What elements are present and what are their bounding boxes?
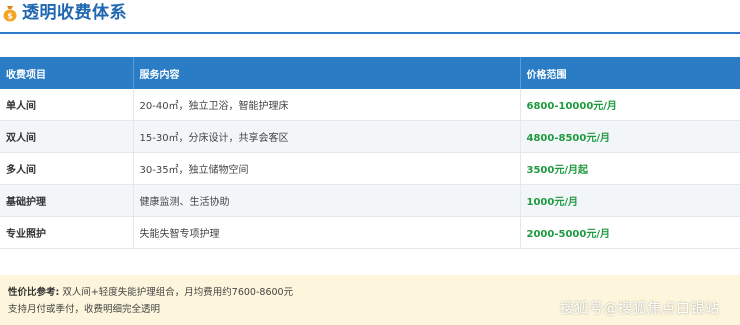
row-service: 20-40㎡，独立卫浴，智能护理床 bbox=[133, 89, 521, 121]
table-row: 单人间 20-40㎡，独立卫浴，智能护理床 6800-10000元/月 bbox=[0, 89, 740, 121]
note-payment-line: 支持月付或季付，收费明细完全透明 bbox=[8, 304, 161, 315]
row-price: 3500元/月起 bbox=[520, 152, 740, 185]
source-watermark: 搜狐号@搜狐焦点白银站 bbox=[560, 301, 720, 317]
row-service: 健康监测、生活协助 bbox=[133, 184, 521, 217]
section-header: $ 透明收费体系 bbox=[0, 0, 740, 36]
row-service: 30-35㎡，独立储物空间 bbox=[133, 152, 521, 185]
section-title: 透明收费体系 bbox=[22, 3, 127, 23]
column-header-price: 价格范围 bbox=[520, 57, 740, 89]
money-bag-icon: $ bbox=[3, 6, 17, 22]
row-price: 2000-5000元/月 bbox=[520, 216, 740, 249]
row-item: 单人间 bbox=[0, 89, 134, 121]
table-row: 多人间 30-35㎡，独立储物空间 3500元/月起 bbox=[0, 152, 740, 185]
row-item: 基础护理 bbox=[0, 184, 134, 217]
row-item: 专业照护 bbox=[0, 216, 134, 249]
table-row: 双人间 15-30㎡，分床设计，共享会客区 4800-8500元/月 bbox=[0, 120, 740, 153]
row-service: 失能失智专项护理 bbox=[133, 216, 521, 249]
row-price: 4800-8500元/月 bbox=[520, 120, 740, 153]
title-divider bbox=[0, 32, 740, 34]
column-header-service: 服务内容 bbox=[133, 57, 521, 89]
table-header-row: 收费项目 服务内容 价格范围 bbox=[0, 57, 740, 89]
row-item: 双人间 bbox=[0, 120, 134, 153]
row-item: 多人间 bbox=[0, 152, 134, 185]
table-row: 专业照护 失能失智专项护理 2000-5000元/月 bbox=[0, 216, 740, 249]
note-label: 性价比参考: bbox=[8, 287, 60, 298]
row-service: 15-30㎡，分床设计，共享会客区 bbox=[133, 120, 521, 153]
table-row: 基础护理 健康监测、生活协助 1000元/月 bbox=[0, 184, 740, 217]
note-line: 性价比参考: 双人间+轻度失能护理组合，月均费用约7600-8600元 bbox=[8, 284, 293, 298]
column-header-item: 收费项目 bbox=[0, 57, 134, 89]
row-price: 1000元/月 bbox=[520, 184, 740, 217]
row-price: 6800-10000元/月 bbox=[520, 89, 740, 121]
fee-table: 收费项目 服务内容 价格范围 单人间 20-40㎡，独立卫浴，智能护理床 680… bbox=[0, 57, 740, 249]
note-text: 双人间+轻度失能护理组合，月均费用约7600-8600元 bbox=[62, 287, 294, 298]
svg-text:$: $ bbox=[7, 12, 13, 21]
